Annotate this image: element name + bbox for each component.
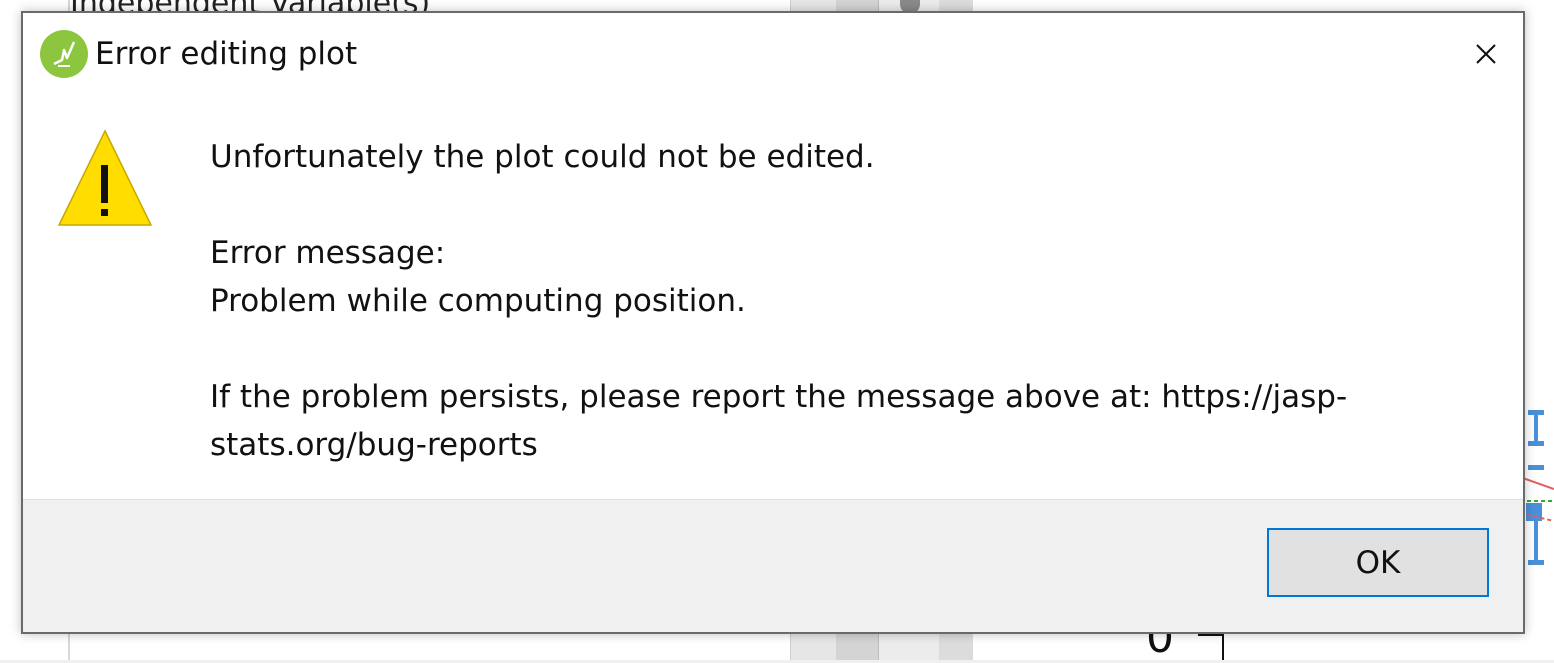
dialog-titlebar[interactable]: Error editing plot bbox=[23, 13, 1523, 97]
close-button[interactable] bbox=[1463, 31, 1509, 77]
message-report-instructions: If the problem persists, please report t… bbox=[210, 379, 1348, 463]
error-dialog: Error editing plot Unfortunately the plo… bbox=[21, 11, 1525, 634]
background-plot-fragment bbox=[1520, 410, 1554, 565]
warning-triangle-icon bbox=[57, 129, 153, 226]
dialog-button-bar: OK bbox=[23, 499, 1523, 632]
error-message: Unfortunately the plot could not be edit… bbox=[210, 133, 1440, 469]
ok-button[interactable]: OK bbox=[1267, 528, 1489, 597]
dialog-title: Error editing plot bbox=[95, 36, 358, 72]
close-icon bbox=[1476, 44, 1496, 64]
message-summary: Unfortunately the plot could not be edit… bbox=[210, 139, 875, 175]
background-plot-axis-corner bbox=[1198, 634, 1224, 660]
message-error-detail: Problem while computing position. bbox=[210, 283, 746, 319]
jasp-logo-icon bbox=[40, 30, 88, 78]
message-error-label: Error message: bbox=[210, 235, 446, 271]
